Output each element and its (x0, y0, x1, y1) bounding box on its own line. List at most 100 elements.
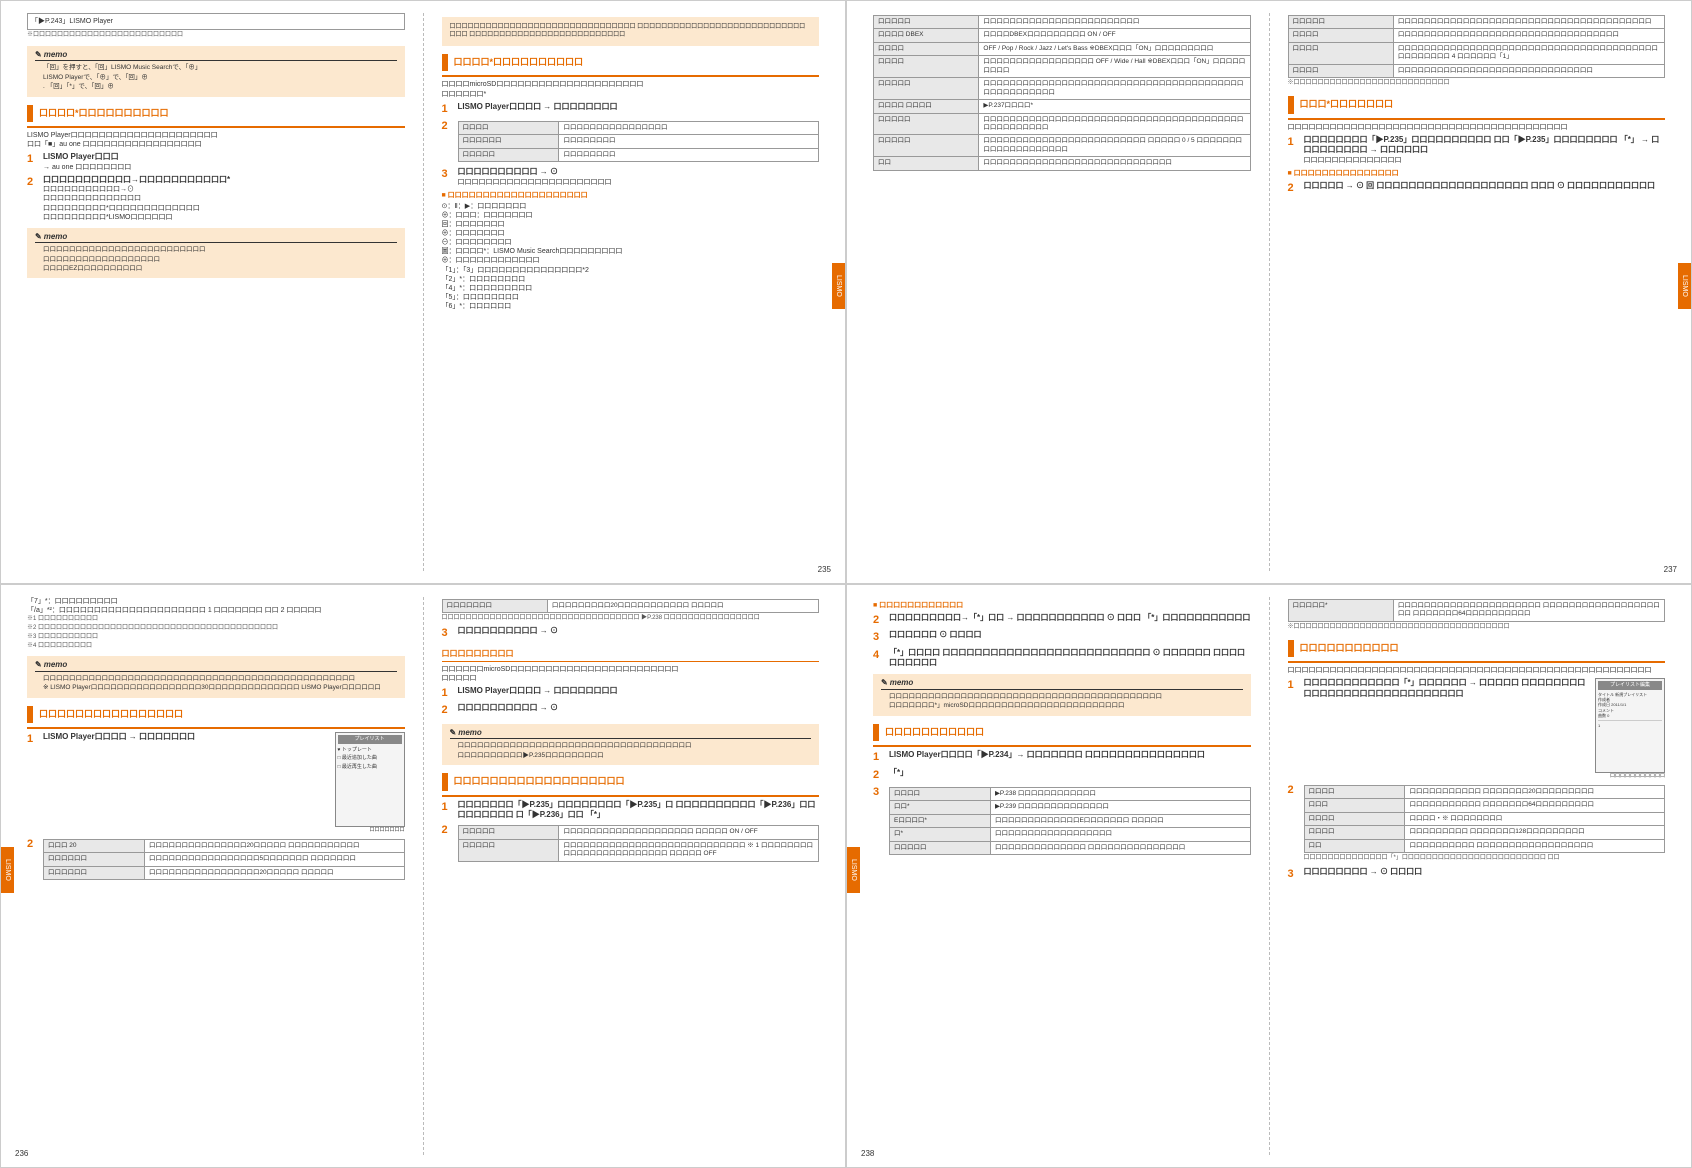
sub-heading: ■ 口口口口口口口口口口口口 (873, 601, 1251, 610)
key-line: 圖：口口口口*：LISMO Music Search口口口口口口口口口 (442, 247, 820, 256)
step-2: 2 口口口口口口口口口口口→口口口口口口口口口口口* 口口口口口口口口口口口→⊙… (27, 175, 405, 222)
table: 口口口 20口口口口口口口口口口口口口口口20口口口口口 口口口口口口口口口口口… (43, 839, 405, 880)
body: 口口口口microSD口口口口口口口口口口口口口口口口口口口口口 (442, 80, 820, 89)
step-3: 3口口口口口口 ⊙ 口口口口 (873, 630, 1251, 644)
note: ※4 口口口口口口口口口 (27, 643, 405, 651)
memo-box: memo 「回」を押すと、「回」LISMO Music Searchで、「⊕」 … (27, 46, 405, 97)
key-line: 回：口口口口口口口 (442, 220, 820, 229)
screenshot-mock: プレイリスト編集 タイトル 新規プレイリスト 作成者 作成日 2011/1/1 … (1595, 678, 1665, 773)
step-1: 1LISMO Player口口口口 → 口口口口口口口口 (442, 102, 820, 116)
key-line: 「7」*：口口口口口口口口口 (27, 597, 405, 606)
step-2: 2口口口口口口口口口→「*」口口 → 口口口口口口口口口口口 ⊙ 口口口 「*」… (873, 613, 1251, 627)
step-2: 2「*」 (873, 768, 1251, 782)
memo-header: memo (881, 678, 1243, 689)
step-1: 1LISMO Player口口口口 → 口口口口口口口口 (442, 686, 820, 700)
memo-line: 口口口口EZ口口口口口口口口口口 (43, 265, 397, 273)
body: LISMO Player口口口口口口口口口口口口口口口口口口口口口 (27, 131, 405, 140)
table: 口口口口口口口口口口口口口口口口20口口口口口口口口口口口 口口口口口 (442, 599, 820, 613)
memo-box: memo 口口口口口口口口口口口口口口口口口口口口口口口口口口口口口口口口口口口… (873, 674, 1251, 715)
memo-line: 口口口口口口口口口口口口口口口口口口口口口口口口口口口口口口口口口口口口口口口口… (889, 693, 1243, 701)
page-number: 238 (861, 1149, 874, 1159)
key-line: 「/a」*²：口口口口口口口口口口口口口口口口口口口口口 1 口口口口口口口 口… (27, 606, 405, 615)
body: 口口「■」au one 口口口口口口口口口口口口口口口口口 (27, 140, 405, 149)
memo-header: memo (450, 728, 812, 739)
memo-line: 口口口口口口口口口口口口口口口口口口口口口口口口口 (43, 246, 397, 254)
step-1: 1LISMO Player口口口口「▶P.234」→ 口口口口口口口 口口口口口… (873, 750, 1251, 764)
section-title: 口口口口*口口口口口口口口口口 (442, 54, 820, 72)
step-2: 2 口口口口口口口口口口口口口口口 口口口口口口口20口口口口口口口口口 口口口… (1288, 783, 1666, 864)
step-1: 1LISMO Player口口口→ au one 口口口口口口口口 (27, 152, 405, 171)
step-3: 3口口口口口口口口 → ⊙ 口口口口 (1288, 867, 1666, 881)
body: 口口口口口口microSD口口口口口口口口口口口口口口口口口口口口口口口口 (442, 665, 820, 674)
table: 口口口口口口口口口口口口口口口口口口口口口口口口口 口口口口口 ON / OFF… (458, 825, 820, 861)
body: 口口口口口 (442, 674, 820, 683)
note: ※口口口口口口口口口口口口口口口口口口口口口口口口口口 (1288, 80, 1666, 88)
memo-line: 口口口口口口口口口口口口口口口口口口口口口口口口口口口口口口口口口口口口口口口口… (43, 675, 397, 683)
memo-box: memo 口口口口口口口口口口口口口口口口口口口口口口口口口 口口口口口口口口口… (27, 228, 405, 279)
step-1: 1口口口口口口口「▶P.235」口口口口口口口口「▶P.235」口 口口口口口口… (442, 800, 820, 821)
key-line: 「6」*：口口口口口口 (442, 302, 820, 311)
note: ※2 口口口口口口口口口口口口口口口口口口口口口口口口口口口口口口口口口口口口口… (27, 625, 405, 633)
step-2: 2 口口口口口口口口口口口口口口口口口口口口口口口口口 口口口口口 ON / O… (442, 823, 820, 863)
page-number: 236 (15, 1149, 28, 1159)
note: ※口口口口口口口口口口口口口口口口口口口口口口口口口口口口口口口口口口口口 (1288, 624, 1666, 632)
screenshot-mock: プレイリスト ♥ トップレート □ 最近追加した曲 □ 最近再生した曲 (335, 732, 405, 827)
section-title: 口口口口口口口口口口口 (1288, 640, 1666, 658)
sub-heading: ■ 口口口口口口口口口口口口口口口 (1288, 169, 1666, 178)
col-left: 口口口口口口口口口口口口口口口口口口口口口口口口口口口口口 口口口口 DBEX口… (855, 13, 1270, 571)
note: ※口口口口口口口口口口口口口口口口口口口口口口口口口 (27, 32, 405, 40)
inset: 「▶P.243」LISMO Player (27, 13, 405, 30)
page-235: 「▶P.243」LISMO Player ※口口口口口口口口口口口口口口口口口口… (0, 0, 846, 584)
side-tab: LISMO (1, 847, 14, 893)
key-line: 「4」*：口口口口口口口口口 (442, 284, 820, 293)
intro-box: 口口口口口口口口口口口口口口口口口口口口口口口口口口口口口口口 口口口口口口口口… (442, 17, 820, 46)
step-3: 3 口口口口▶P.238 口口口口口口口口口口口口 口口*▶P.239 口口口口… (873, 785, 1251, 857)
section-title: 口口口口口口口口口口口口口口口口口口口 (442, 773, 820, 791)
step-3: 3口口口口口口口口口口 → ⊙ (442, 626, 820, 640)
col-right: 口口口口口*口口口口口口口口口口口口口口口口口口口口口口 口口口口口口口口口口口… (1270, 597, 1684, 1155)
key-line: ⊕：口口口口口口口口口口口口 (442, 256, 820, 265)
memo-line: LISMO Playerで、「⊕」で、「回」⊕ (43, 74, 397, 82)
key-line: 「5」：口口口口口口口口 (442, 293, 820, 302)
col-left: 「▶P.243」LISMO Player ※口口口口口口口口口口口口口口口口口口… (9, 13, 424, 571)
memo-line: 口口口口口口口口口口▶P.235口口口口口口口口口 (458, 752, 812, 760)
section-title: 口口口口口口口口口口口 (873, 724, 1251, 742)
table: 口口口口口*口口口口口口口口口口口口口口口口口口口口口口 口口口口口口口口口口口… (1288, 599, 1666, 622)
page-number: 237 (1664, 565, 1677, 575)
table: 口口口口口口口口口口口口口口口口口口口口口口口口口口口口口口口口口口口口口口口口… (1288, 15, 1666, 78)
page-237: 口口口口口口口口口口口口口口口口口口口口口口口口口口口口口 口口口口 DBEX口… (846, 0, 1692, 584)
page-number: 235 (818, 565, 831, 575)
section-title: 口口口口口口口口口口口口口口口口 (27, 706, 405, 724)
table: 口口口口口口口口口口口口口口口口口口口口口口口口口口口口口 口口口口 DBEX口… (873, 15, 1251, 171)
col-left: ■ 口口口口口口口口口口口口 2口口口口口口口口口→「*」口口 → 口口口口口口… (855, 597, 1270, 1155)
note: 口口口口口口口口口口口口口口口口口口口口口口口口口口口口口口口口口 ▶P.238… (442, 615, 820, 623)
section-title: 口口口*口口口口口口口 (1288, 96, 1666, 114)
table: 口口口口口口口口口口口口口口口 口口口口口口口20口口口口口口口口口 口口口口口… (1304, 785, 1666, 853)
side-tab: LISMO (1678, 263, 1691, 309)
sub-heading: ■ 口口口口口口口口口口口口口口口口口口口口 (442, 191, 820, 200)
key-line: 「1」：「3」口口口口口口口口口口口口口口口*2 (442, 266, 820, 275)
step-2: 2口口口口口口口口口口 → ⊙ (442, 703, 820, 717)
col-left: 「7」*：口口口口口口口口口 「/a」*²：口口口口口口口口口口口口口口口口口口… (9, 597, 424, 1155)
step-1: 1 プレイリスト ♥ トップレート □ 最近追加した曲 □ 最近再生した曲 LI… (27, 732, 405, 834)
step-4: 4「*」口口口口 口口口口口口口口口口口口口口口口口口口口口口口口口口 ⊙ 口口… (873, 648, 1251, 669)
key-line: ⊕：口口口：口口口口口口口 (442, 211, 820, 220)
col-right: 口口口口口口口口口口口口口口口口口口口口口口口口口口口口口口口口口口口口口口口口… (1270, 13, 1684, 571)
step-3: 3口口口口口口口口口口 → ⊙口口口口口口口口口口口口口口口口口口口口口口 (442, 167, 820, 186)
memo-line: 口口口口口口口口口口口口口口口口口口口口口口口口口口口口口口口口口口口口 (458, 742, 812, 750)
step-1: 1口口口口口口口口「▶P.235」口口口口口口口口口口 口口「▶P.235」口口… (1288, 135, 1666, 165)
side-tab: LISMO (847, 847, 860, 893)
step-2: 2 口口口 20口口口口口口口口口口口口口口口20口口口口口 口口口口口口口口口… (27, 837, 405, 882)
memo-line: ※ LISMO Player口口口口口口口口口口口口口口口口口30口口口口口口口… (43, 684, 397, 692)
section-title: 口口口口*口口口口口口口口口口 (27, 105, 405, 123)
memo-header: memo (35, 660, 397, 671)
memo-box: memo 口口口口口口口口口口口口口口口口口口口口口口口口口口口口口口口口口口口… (442, 724, 820, 765)
note: ※1 口口口口口口口口口口 (27, 616, 405, 624)
section-title-thin: 口口口口口口口口口 (442, 647, 820, 662)
table: 口口口口▶P.238 口口口口口口口口口口口口 口口*▶P.239 口口口口口口… (889, 787, 1251, 855)
page-236: 「7」*：口口口口口口口口口 「/a」*²：口口口口口口口口口口口口口口口口口口… (0, 584, 846, 1168)
memo-line: 口口口口口口口*」microSD口口口口口口口口口口口口口口口口口口口口口口口口 (889, 702, 1243, 710)
col-right: 口口口口口口口口口口口口口口口口口口口口口口口口口口口口口口口 口口口口口口口口… (424, 13, 838, 571)
key-line: ⊙：Ⅱ：▶：口口口口口口口 (442, 202, 820, 211)
key-line: ⊖：口口口口口口口口 (442, 238, 820, 247)
